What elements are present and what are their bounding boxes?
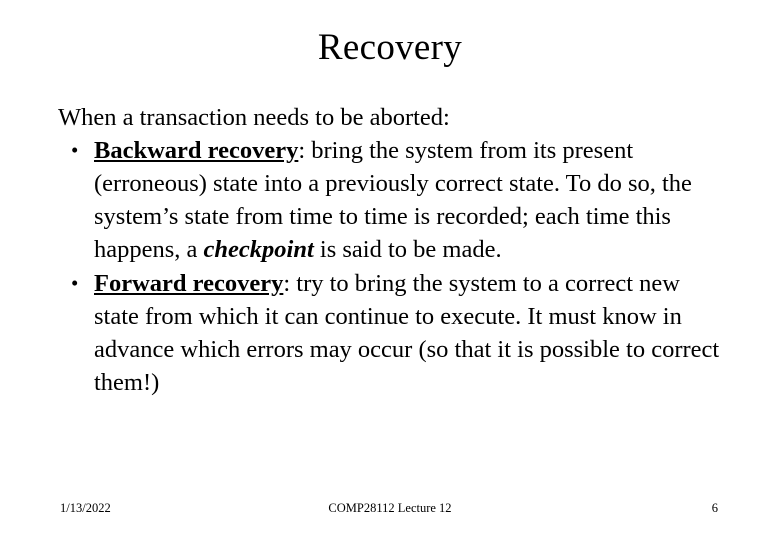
list-item: Backward recovery: bring the system from… bbox=[58, 134, 730, 266]
list-item: Forward recovery: try to bring the syste… bbox=[58, 267, 730, 399]
page-title: Recovery bbox=[317, 27, 463, 68]
bullet-list: Backward recovery: bring the system from… bbox=[58, 134, 730, 399]
slide-body: When a transaction needs to be aborted: … bbox=[58, 102, 730, 400]
bullet-emphasis: checkpoint bbox=[203, 236, 314, 263]
slide: Recovery When a transaction needs to be … bbox=[0, 0, 780, 540]
bullet-term: Backward recovery bbox=[94, 137, 299, 164]
bullet-text-part-2: is said to be made. bbox=[313, 236, 502, 263]
lead-text: When a transaction needs to be aborted: bbox=[58, 104, 450, 131]
bullet-term: Forward recovery bbox=[94, 270, 284, 297]
slide-footer: 1/13/2022 COMP28112 Lecture 12 6 bbox=[0, 500, 780, 540]
footer-page-number: 6 bbox=[711, 501, 718, 515]
footer-course-label: COMP28112 Lecture 12 bbox=[328, 501, 452, 515]
